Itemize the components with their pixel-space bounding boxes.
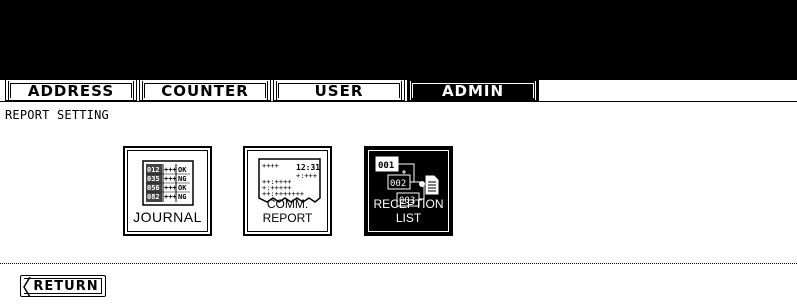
tab-address[interactable]: ADDRESS [5,79,137,101]
tab-underline [0,101,797,102]
return-button[interactable]: RETURN [20,275,106,297]
tab-counter[interactable]: COUNTER [139,79,271,101]
comm-report-time: 12:31 [296,163,320,172]
reception-list-label: RECEPTION LIST [373,197,444,225]
return-label: RETURN [33,278,99,294]
journal-row2-stars: +++ [164,175,177,183]
journal-row2-num: 035 [147,175,160,183]
tab-user[interactable]: USER [273,79,405,101]
top-black-bar [0,0,797,80]
page-title: REPORT SETTING [5,108,109,122]
journal-row1-num: 012 [147,166,160,174]
journal-row2-status: NG [178,175,186,183]
journal-row3-num: 056 [147,184,160,192]
journal-row1-status: OK [178,166,187,174]
comm-report-button[interactable]: ++++ 12:31 +:+++ ++:++++ +:+++++ ++:++++… [243,146,332,236]
journal-row3-stars: +++ [164,184,177,192]
journal-row3-status: OK [178,184,187,192]
comm-report-label: COMM. REPORT [262,197,313,225]
journal-row1-stars: +++ [164,166,177,174]
reception-num-1: 001 [378,161,394,171]
reception-num-2: 002 [390,179,406,189]
journal-row4-stars: +++ [164,193,177,201]
tab-counter-label: COUNTER [142,81,268,100]
tab-address-label: ADDRESS [8,81,134,100]
section-divider [0,263,797,264]
comm-report-stars-top: ++++ [262,162,279,170]
journal-label: JOURNAL [133,209,202,225]
tab-user-label: USER [276,81,402,100]
journal-row4-status: NG [178,193,186,201]
chevron-left-icon [23,277,31,297]
journal-row4-num: 082 [147,193,160,201]
journal-button[interactable]: 012 035 056 082 +++ +++ +++ +++ OK NG OK… [123,146,212,236]
tab-admin-label: ADMIN [410,81,536,100]
comm-report-stars-mid: +:+++ [296,172,317,180]
reception-list-button[interactable]: 001 002 003 RECEPTION LIST [364,146,453,236]
tab-admin[interactable]: ADMIN [407,79,539,101]
